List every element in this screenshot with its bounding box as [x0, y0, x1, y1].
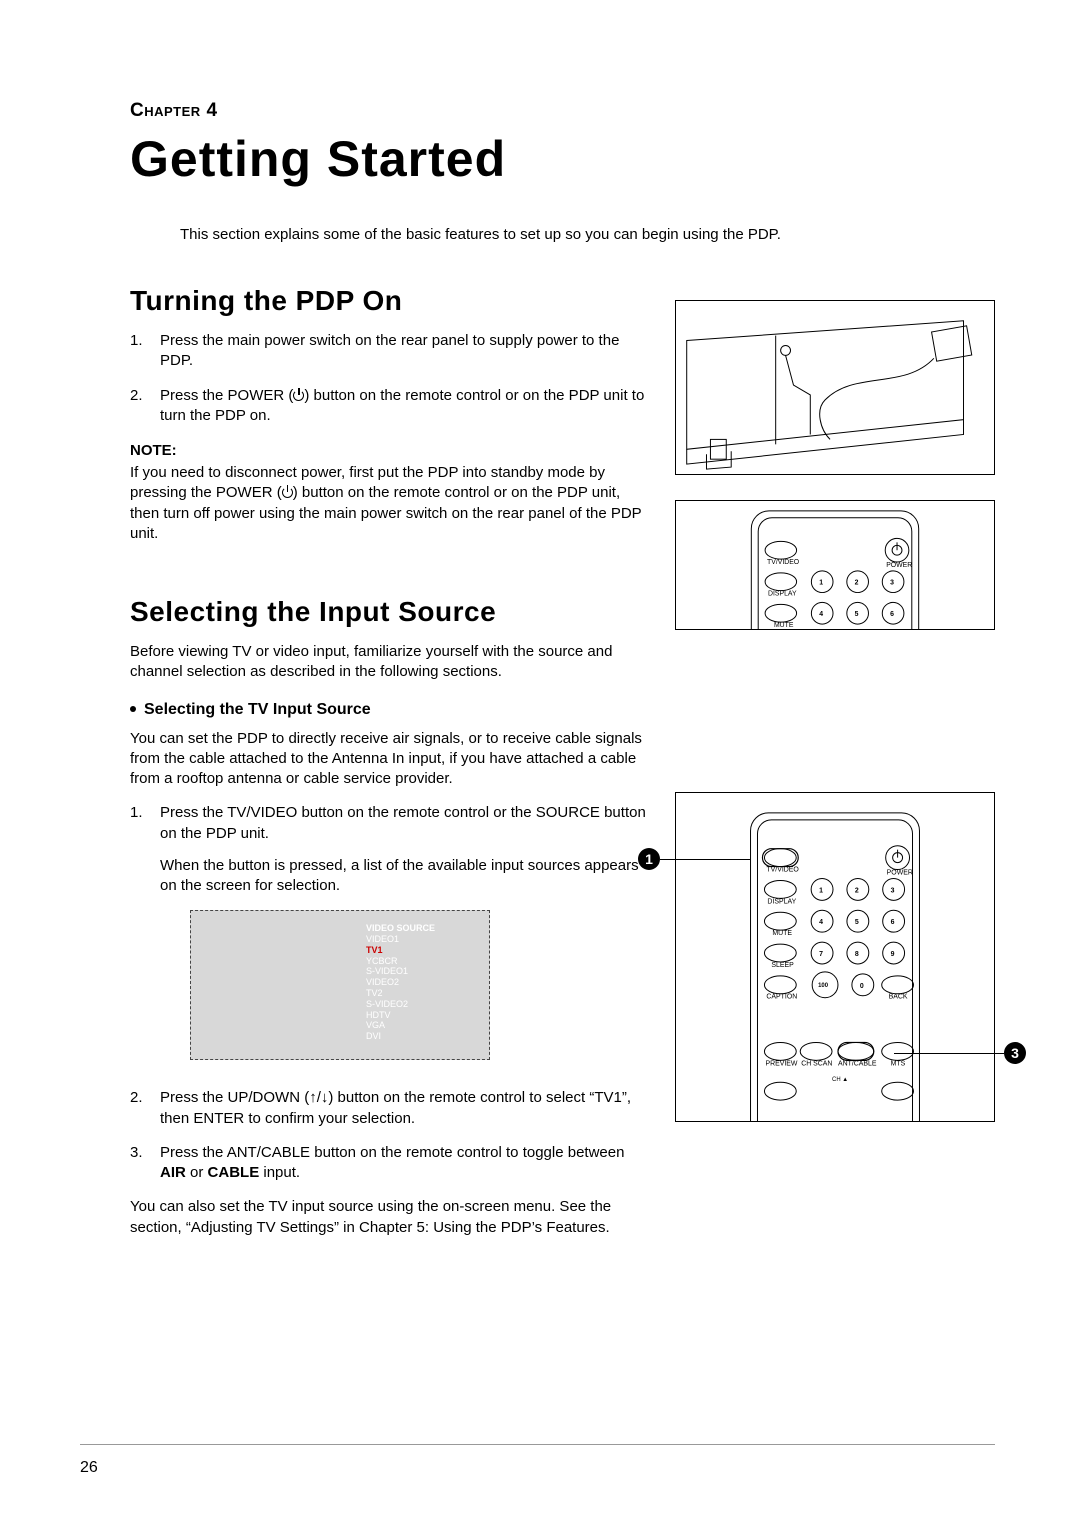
- bullet-icon: [130, 706, 136, 712]
- bold-air: AIR: [160, 1164, 186, 1181]
- svg-text:100: 100: [818, 983, 829, 989]
- arrow-icon: ↑/↓: [309, 1089, 328, 1106]
- svg-text:ANT/CABLE: ANT/CABLE: [838, 1060, 877, 1067]
- vs-item: TV2: [366, 988, 435, 999]
- svg-text:MTS: MTS: [891, 1060, 906, 1067]
- svg-text:BACK: BACK: [889, 994, 908, 1001]
- svg-text:DISPLAY: DISPLAY: [768, 591, 797, 598]
- step-body: Press the POWER () button on the remote …: [160, 386, 650, 427]
- svg-text:2: 2: [855, 580, 859, 587]
- vs-header: VIDEO SOURCE: [366, 923, 435, 934]
- figure-remote-top: TV/VIDEO POWER DISPLAY MUTE 1 2 3 4 5 6: [675, 500, 995, 630]
- video-source-dialog: VIDEO SOURCE VIDEO1 TV1 YCBCR S-VIDEO1 V…: [190, 910, 490, 1060]
- svg-text:1: 1: [819, 887, 823, 894]
- svg-text:CH SCAN: CH SCAN: [801, 1060, 832, 1067]
- svg-text:8: 8: [855, 951, 859, 958]
- step-text: Press the ANT/CABLE button on the remote…: [160, 1144, 624, 1161]
- section-intro: Before viewing TV or video input, famili…: [130, 642, 650, 683]
- svg-text:SLEEP: SLEEP: [771, 962, 794, 969]
- vs-item: DVI: [366, 1031, 435, 1042]
- svg-text:DISPLAY: DISPLAY: [767, 898, 796, 905]
- svg-text:CAPTION: CAPTION: [766, 994, 797, 1001]
- svg-text:5: 5: [855, 611, 859, 618]
- step-2-1: 1. Press the TV/VIDEO button on the remo…: [130, 803, 650, 896]
- section-turning-on-title: Turning the PDP On: [130, 285, 650, 317]
- step-text: Press the POWER (: [160, 387, 293, 404]
- step-1-2: 2. Press the POWER () button on the remo…: [130, 386, 650, 427]
- outro: You can also set the TV input source usi…: [130, 1197, 650, 1238]
- step-body: Press the ANT/CABLE button on the remote…: [160, 1143, 650, 1184]
- svg-text:6: 6: [890, 611, 894, 618]
- section-input-source-title: Selecting the Input Source: [130, 596, 650, 628]
- marker-3: 3: [1004, 1042, 1026, 1064]
- chapter-label: Chapter 4: [130, 100, 1000, 122]
- step-indent: When the button is pressed, a list of th…: [160, 856, 650, 897]
- subsection-title: Selecting the TV Input Source: [130, 701, 650, 719]
- vs-item: S-VIDEO1: [366, 966, 435, 977]
- step-number: 2.: [130, 386, 160, 427]
- intro-text: This section explains some of the basic …: [180, 226, 1000, 243]
- svg-text:PREVIEW: PREVIEW: [765, 1060, 797, 1067]
- step-body: Press the main power switch on the rear …: [160, 331, 650, 372]
- step-1-1: 1. Press the main power switch on the re…: [130, 331, 650, 372]
- figure-rear-panel: [675, 300, 995, 475]
- step-number: 3.: [130, 1143, 160, 1184]
- bold-cable: CABLE: [208, 1164, 260, 1181]
- step-text: Press the TV/VIDEO button on the remote …: [160, 804, 646, 841]
- marker-line: [660, 859, 750, 860]
- step-body: Press the TV/VIDEO button on the remote …: [160, 803, 650, 896]
- vs-item-selected: TV1: [366, 945, 435, 956]
- subsection-label: Selecting the TV Input Source: [144, 701, 371, 718]
- page-number: 26: [80, 1459, 98, 1477]
- svg-text:CH ▲: CH ▲: [832, 1077, 848, 1083]
- paragraph: You can set the PDP to directly receive …: [130, 729, 650, 790]
- svg-text:7: 7: [819, 951, 823, 958]
- step-text: or: [186, 1164, 208, 1181]
- vs-item: S-VIDEO2: [366, 999, 435, 1010]
- footer-divider: [80, 1444, 995, 1445]
- svg-text:3: 3: [890, 580, 894, 587]
- video-source-list: VIDEO SOURCE VIDEO1 TV1 YCBCR S-VIDEO1 V…: [366, 923, 435, 1042]
- svg-text:3: 3: [891, 887, 895, 894]
- step-number: 2.: [130, 1088, 160, 1129]
- svg-text:0: 0: [860, 983, 864, 990]
- vs-item: VIDEO2: [366, 977, 435, 988]
- step-2-2: 2. Press the UP/DOWN (↑/↓) button on the…: [130, 1088, 650, 1129]
- step-number: 1.: [130, 331, 160, 372]
- power-icon: [282, 487, 293, 498]
- note-body: If you need to disconnect power, first p…: [130, 463, 650, 544]
- svg-text:1: 1: [819, 580, 823, 587]
- figure-remote-full: TV/VIDEO POWER DISPLAY 1 2 3 MUTE 4 5 6 SLEE…: [675, 792, 995, 1122]
- svg-text:TV/VIDEO: TV/VIDEO: [766, 867, 799, 874]
- step-text: Press the UP/DOWN (: [160, 1089, 309, 1106]
- svg-text:MUTE: MUTE: [772, 930, 792, 937]
- svg-text:POWER: POWER: [887, 870, 913, 877]
- vs-item: VIDEO1: [366, 934, 435, 945]
- note-label: NOTE:: [130, 442, 650, 459]
- vs-item: YCBCR: [366, 956, 435, 967]
- svg-text:MUTE: MUTE: [774, 622, 794, 629]
- step-text: input.: [259, 1164, 300, 1181]
- vs-item: VGA: [366, 1020, 435, 1031]
- marker-line: [894, 1053, 1004, 1054]
- svg-text:4: 4: [819, 919, 823, 926]
- step-2-3: 3. Press the ANT/CABLE button on the rem…: [130, 1143, 650, 1184]
- svg-text:2: 2: [855, 887, 859, 894]
- vs-item: HDTV: [366, 1010, 435, 1021]
- step-body: Press the UP/DOWN (↑/↓) button on the re…: [160, 1088, 650, 1129]
- svg-text:4: 4: [819, 611, 823, 618]
- svg-text:9: 9: [891, 951, 895, 958]
- svg-text:POWER: POWER: [886, 562, 912, 569]
- svg-text:5: 5: [855, 919, 859, 926]
- step-number: 1.: [130, 803, 160, 896]
- svg-text:TV/VIDEO: TV/VIDEO: [767, 559, 800, 566]
- power-icon: [293, 390, 304, 401]
- marker-1: 1: [638, 848, 660, 870]
- page-title: Getting Started: [130, 130, 1000, 188]
- svg-text:6: 6: [891, 919, 895, 926]
